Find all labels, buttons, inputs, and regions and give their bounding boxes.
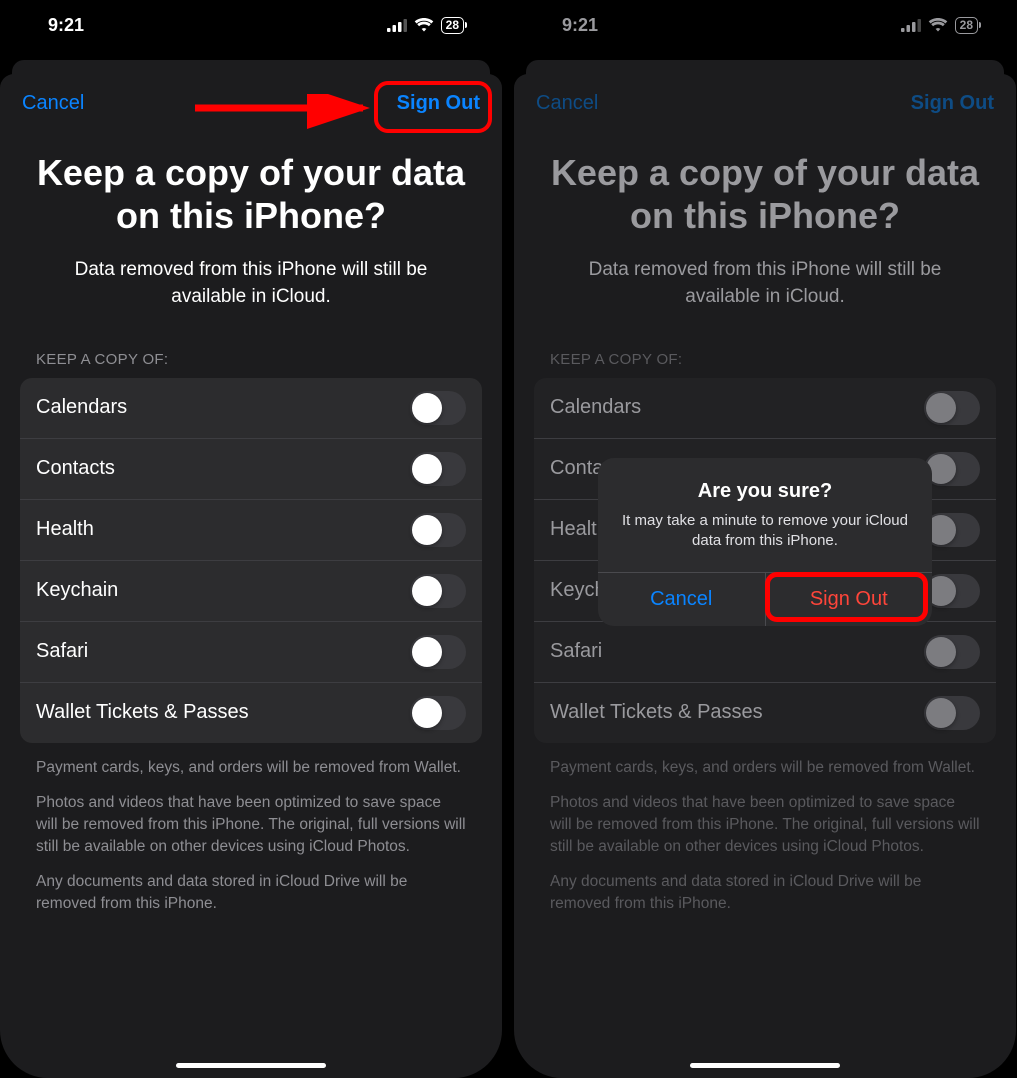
toggle-keychain[interactable] [410, 574, 466, 608]
confirm-alert: Are you sure? It may take a minute to re… [598, 458, 932, 626]
toggle-calendars[interactable] [924, 391, 980, 425]
toggle-knob [926, 698, 956, 728]
signout-sheet: Cancel Sign Out Keep a copy of your data… [0, 74, 502, 1078]
phone-screenshot-left: 9:21 28 Cancel Sign Out Keep a copy of y… [0, 0, 502, 1078]
status-time: 9:21 [48, 15, 84, 36]
status-icons: 28 [387, 17, 464, 34]
toggle-calendars[interactable] [410, 391, 466, 425]
sheet-header: Cancel Sign Out [0, 92, 502, 115]
battery-percent: 28 [959, 19, 974, 31]
cancel-button[interactable]: Cancel [22, 92, 84, 115]
status-bar: 9:21 28 [0, 0, 502, 50]
row-label: Wallet Tickets & Passes [36, 701, 249, 724]
row-label: Calendars [36, 396, 127, 419]
row-label: Safari [550, 640, 602, 663]
row-contacts: Contacts [20, 439, 482, 500]
alert-message: It may take a minute to remove your iClo… [598, 507, 932, 572]
row-label: Calendars [550, 396, 641, 419]
battery-icon: 28 [441, 17, 464, 34]
status-time: 9:21 [562, 15, 598, 36]
footer-note-3: Any documents and data stored in iCloud … [0, 857, 502, 914]
cellular-signal-icon [387, 19, 407, 32]
toggle-knob [412, 576, 442, 606]
sheet-title: Keep a copy of your data on this iPhone? [514, 115, 1016, 237]
wifi-icon [928, 18, 948, 32]
status-bar: 9:21 28 [514, 0, 1016, 50]
row-label: Keychain [36, 579, 118, 602]
row-keychain: Keychain [20, 561, 482, 622]
row-label: Health [36, 518, 94, 541]
section-header: KEEP A COPY OF: [514, 311, 1016, 378]
toggle-contacts[interactable] [924, 452, 980, 486]
row-safari: Safari [534, 622, 996, 683]
section-header: KEEP A COPY OF: [0, 311, 502, 378]
footer-note-2: Photos and videos that have been optimiz… [514, 778, 1016, 857]
toggle-knob [412, 637, 442, 667]
toggle-wallet[interactable] [410, 696, 466, 730]
wifi-icon [414, 18, 434, 32]
toggle-knob [412, 454, 442, 484]
keep-copy-list: Calendars Contacts Health Keychain Safar… [20, 378, 482, 743]
cancel-button[interactable]: Cancel [536, 92, 598, 115]
row-calendars: Calendars [534, 378, 996, 439]
toggle-wallet[interactable] [924, 696, 980, 730]
alert-actions: Cancel Sign Out [598, 572, 932, 626]
battery-icon: 28 [955, 17, 978, 34]
row-label: Safari [36, 640, 88, 663]
sheet-header: Cancel Sign Out [514, 92, 1016, 115]
sign-out-button[interactable]: Sign Out [911, 92, 994, 115]
row-safari: Safari [20, 622, 482, 683]
row-health: Health [20, 500, 482, 561]
sign-out-button[interactable]: Sign Out [397, 92, 480, 115]
footer-note-1: Payment cards, keys, and orders will be … [514, 743, 1016, 779]
sheet-subtitle: Data removed from this iPhone will still… [0, 237, 502, 310]
toggle-safari[interactable] [924, 635, 980, 669]
row-label: Contacts [36, 457, 115, 480]
row-wallet: Wallet Tickets & Passes [20, 683, 482, 743]
toggle-knob [412, 393, 442, 423]
home-indicator[interactable] [690, 1063, 840, 1068]
toggle-knob [926, 393, 956, 423]
alert-cancel-button[interactable]: Cancel [598, 573, 766, 626]
sheet-subtitle: Data removed from this iPhone will still… [514, 237, 1016, 310]
toggle-knob [412, 515, 442, 545]
row-calendars: Calendars [20, 378, 482, 439]
footer-note-1: Payment cards, keys, and orders will be … [0, 743, 502, 779]
phone-screenshot-right: 9:21 28 Cancel Sign Out Keep a copy of y… [514, 0, 1016, 1078]
alert-signout-button[interactable]: Sign Out [766, 573, 933, 626]
alert-title: Are you sure? [598, 458, 932, 507]
battery-percent: 28 [445, 19, 460, 31]
toggle-contacts[interactable] [410, 452, 466, 486]
toggle-safari[interactable] [410, 635, 466, 669]
footer-note-2: Photos and videos that have been optimiz… [0, 778, 502, 857]
row-wallet: Wallet Tickets & Passes [534, 683, 996, 743]
toggle-health[interactable] [410, 513, 466, 547]
toggle-knob [412, 698, 442, 728]
cellular-signal-icon [901, 19, 921, 32]
footer-note-3: Any documents and data stored in iCloud … [514, 857, 1016, 914]
toggle-knob [926, 637, 956, 667]
toggle-health[interactable] [924, 513, 980, 547]
sheet-title: Keep a copy of your data on this iPhone? [0, 115, 502, 237]
home-indicator[interactable] [176, 1063, 326, 1068]
row-label: Wallet Tickets & Passes [550, 701, 763, 724]
status-icons: 28 [901, 17, 978, 34]
toggle-keychain[interactable] [924, 574, 980, 608]
